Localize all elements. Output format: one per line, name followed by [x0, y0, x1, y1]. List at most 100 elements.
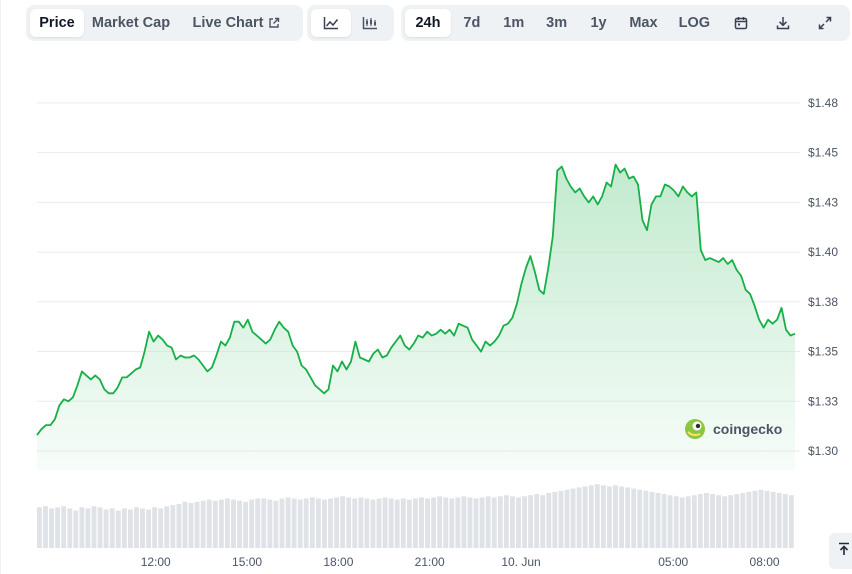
volume-bar [697, 494, 703, 548]
x-axis-labels: 12:00 15:00 18:00 21:00 10. Jun 05:00 08:00 [141, 555, 780, 569]
volume-bar [218, 499, 224, 548]
volume-bar [127, 509, 133, 548]
volume-bar [73, 510, 79, 548]
volume-bar [346, 497, 352, 548]
volume-bar [285, 497, 291, 548]
volume-bar [322, 499, 327, 548]
y-axis-labels: $1.30 $1.33 $1.35 $1.38 $1.40 $1.43 $1.45 $1.48 [808, 96, 838, 458]
volume-bar [109, 508, 115, 548]
volume-bar [146, 509, 152, 548]
volume-bar [528, 495, 534, 548]
volume-bar [437, 496, 443, 548]
volume-bar [328, 498, 333, 548]
volume-bar [352, 498, 358, 548]
volume-bar [449, 498, 455, 548]
volume-bar [443, 497, 449, 548]
volume-bar [479, 497, 485, 548]
volume-bar [746, 491, 752, 548]
x-tick-label: 12:00 [141, 555, 171, 569]
volume-bar [722, 496, 728, 548]
price-area-fill [37, 164, 795, 470]
y-tick-label: $1.35 [808, 345, 838, 359]
volume-bar [79, 507, 85, 548]
volume-bar [303, 498, 309, 548]
volume-bar [231, 499, 236, 548]
volume-bar [182, 501, 188, 548]
volume-bar [376, 498, 382, 548]
gecko-logo-icon [685, 419, 705, 439]
volume-bar [455, 497, 461, 548]
volume-bar [97, 507, 103, 548]
volume-bar [516, 497, 521, 548]
volume-bar [522, 496, 527, 548]
volume-bar [394, 499, 400, 548]
volume-bar [91, 506, 97, 548]
volume-bar [400, 498, 406, 548]
volume-bar [412, 498, 418, 548]
volume-bar [49, 508, 54, 548]
volume-bar [224, 498, 230, 548]
volume-bar [237, 500, 242, 548]
volume-bar [206, 499, 212, 548]
volume-bar [600, 485, 606, 548]
y-tick-label: $1.43 [808, 195, 838, 209]
volume-bar [121, 508, 127, 548]
price-area [36, 163, 796, 470]
volume-bar [134, 507, 139, 548]
volume-bar [655, 493, 661, 548]
volume-bar [661, 494, 667, 548]
y-tick-label: $1.38 [808, 295, 838, 309]
volume-bar [152, 507, 158, 548]
volume-bar [637, 489, 643, 548]
coingecko-watermark: coingecko [685, 419, 782, 439]
volume-bar [370, 499, 376, 548]
volume-bar [704, 493, 709, 548]
volume-bar [625, 487, 631, 548]
volume-bar [358, 497, 364, 548]
volume-bar [158, 508, 164, 548]
volume-bar [576, 487, 582, 548]
volume-bar [406, 499, 412, 548]
volume-bar [667, 495, 673, 548]
volume-bar [607, 486, 612, 548]
volume-bar [619, 486, 625, 548]
scroll-top-button[interactable] [829, 533, 852, 569]
volume-bar [564, 489, 570, 548]
volume-bar [758, 489, 764, 548]
volume-bar [485, 496, 491, 548]
volume-bar [164, 506, 170, 548]
arrow-up-icon [838, 542, 850, 561]
volume-bar [467, 497, 473, 548]
volume-bar [43, 506, 48, 548]
volume-bar [552, 491, 558, 548]
x-tick-label: 10. Jun [501, 555, 540, 569]
volume-bars [37, 484, 794, 548]
volume-bar [509, 496, 515, 548]
volume-bar [140, 508, 145, 548]
volume-bar [67, 508, 73, 548]
price-chart[interactable]: $1.30 $1.33 $1.35 $1.38 $1.40 $1.43 $1.45 $1.48… [0, 0, 852, 574]
volume-bar [315, 498, 321, 548]
volume-bar [461, 496, 467, 548]
volume-bar [631, 488, 637, 548]
volume-bar [540, 495, 546, 548]
volume-bar [673, 496, 679, 548]
volume-bar [279, 498, 285, 548]
volume-bar [37, 507, 42, 548]
y-tick-label: $1.48 [808, 96, 838, 110]
volume-bar [643, 490, 649, 548]
volume-bar [752, 490, 758, 548]
volume-bar [431, 497, 437, 548]
volume-bar [382, 497, 388, 548]
volume-bar [788, 495, 794, 548]
x-tick-label: 15:00 [232, 555, 262, 569]
volume-bar [243, 501, 249, 548]
volume-bar [710, 494, 715, 548]
volume-bar [728, 495, 734, 548]
volume-bar [61, 506, 67, 548]
volume-bar [716, 495, 722, 548]
volume-bar [740, 493, 746, 548]
volume-bar [776, 493, 782, 548]
volume-bar [200, 500, 206, 548]
volume-bar [170, 505, 176, 548]
